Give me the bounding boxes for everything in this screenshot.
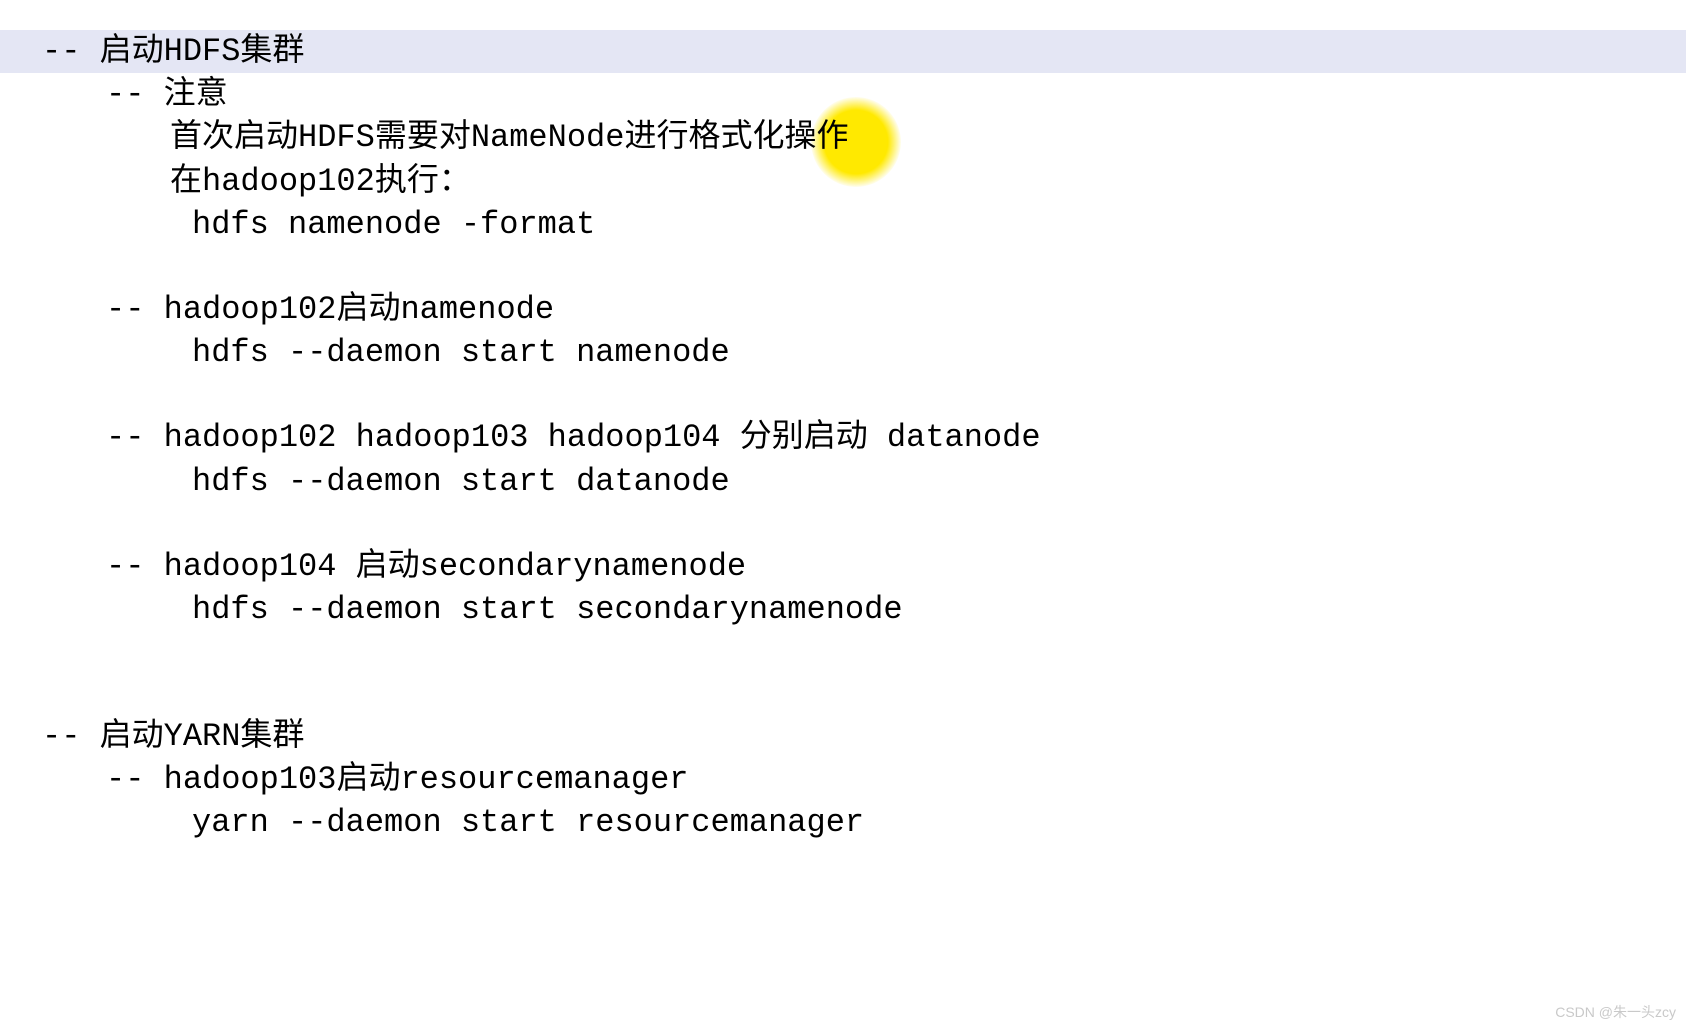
cmd-format: hdfs namenode -format	[0, 203, 1686, 246]
comment-datanode: -- hadoop102 hadoop103 hadoop104 分别启动 da…	[0, 416, 1686, 459]
text-exec-host: 在hadoop102执行：	[0, 160, 1686, 203]
blank-line	[0, 503, 1686, 545]
text-first-start: 首次启动HDFS需要对NameNode进行格式化操作	[0, 116, 1686, 159]
watermark-text: CSDN @朱一头zcy	[1555, 1003, 1676, 1022]
heading-yarn: -- 启动YARN集群	[0, 715, 1686, 758]
blank-line	[0, 673, 1686, 715]
cmd-datanode: hdfs --daemon start datanode	[0, 460, 1686, 503]
cmd-resourcemanager: yarn --daemon start resourcemanager	[0, 801, 1686, 844]
blank-line	[0, 246, 1686, 288]
blank-line	[0, 631, 1686, 673]
cmd-namenode: hdfs --daemon start namenode	[0, 331, 1686, 374]
comment-namenode: -- hadoop102启动namenode	[0, 288, 1686, 331]
blank-line	[0, 374, 1686, 416]
comment-secondary: -- hadoop104 启动secondarynamenode	[0, 545, 1686, 588]
document-body: -- 启动HDFS集群 -- 注意 首次启动HDFS需要对NameNode进行格…	[0, 0, 1686, 845]
comment-notice: -- 注意	[0, 73, 1686, 116]
cmd-secondary: hdfs --daemon start secondarynamenode	[0, 588, 1686, 631]
heading-hdfs: -- 启动HDFS集群	[0, 30, 1686, 73]
comment-resourcemanager: -- hadoop103启动resourcemanager	[0, 758, 1686, 801]
